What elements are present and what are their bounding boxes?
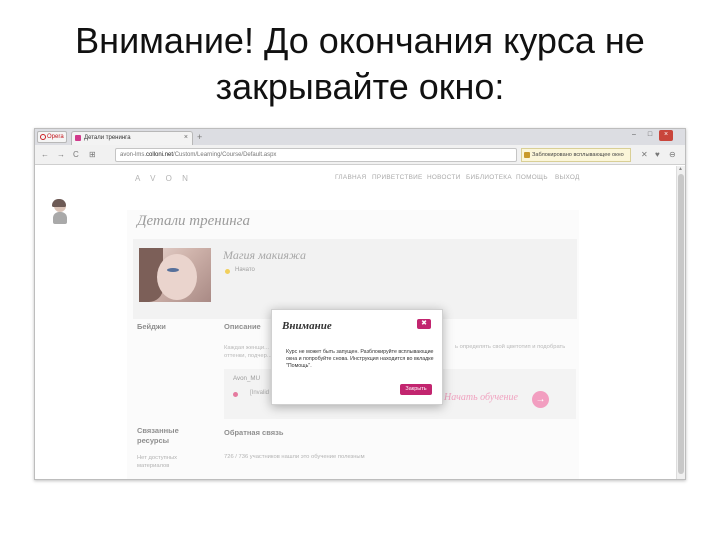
favicon-icon (75, 135, 81, 141)
avon-logo: A V O N (135, 174, 192, 183)
related-resources-text: Нет доступных материалов (137, 455, 178, 469)
course-image (139, 248, 211, 302)
url-prefix: avon-lms. (120, 152, 147, 158)
heart-icon[interactable]: ♥ (655, 150, 660, 160)
nav-logout[interactable]: ВЫХОД (555, 174, 580, 181)
tab-training-details[interactable]: Детали тренинга × (71, 131, 193, 145)
nav-library[interactable]: БИБЛИОТЕКА (466, 174, 512, 181)
url-path: /Custom/Learning/Course/Default.aspx (173, 152, 277, 158)
dialog-title: Внимание (282, 320, 332, 332)
popup-blocked-notice[interactable]: Заблокировано всплывающее окно (521, 148, 631, 162)
minimize-button[interactable]: – (627, 130, 641, 141)
opera-label: Opera (47, 134, 64, 140)
nav-welcome[interactable]: ПРИВЕТСТВИЕ (372, 174, 423, 181)
opera-logo-icon (40, 134, 46, 140)
attention-dialog: Внимание ✖ Курс не может быть запущен. Р… (271, 309, 443, 405)
close-notice-icon[interactable]: ✕ (641, 150, 648, 160)
back-button[interactable]: ← (41, 149, 49, 161)
status-dot-icon (225, 269, 230, 274)
course-title: Магия макияжа (223, 248, 306, 262)
resource-status-dot-icon (233, 392, 238, 397)
url-domain: colloni.net (146, 152, 174, 158)
browser-window: Opera Детали тренинга × + – □ × ← → C ⊞ … (34, 128, 686, 480)
maximize-button[interactable]: □ (643, 130, 657, 141)
forward-button[interactable]: → (57, 149, 65, 161)
new-tab-button[interactable]: + (197, 131, 202, 143)
start-training-link[interactable]: Начать обучение (444, 392, 518, 403)
badges-heading: Бейджи (137, 322, 166, 331)
scrollbar-thumb[interactable] (678, 174, 684, 474)
tab-close-icon[interactable]: × (184, 132, 188, 144)
course-status: Начато (235, 267, 255, 273)
download-icon[interactable]: ⊖ (669, 150, 676, 160)
start-arrow-icon[interactable]: → (532, 391, 549, 408)
user-avatar[interactable] (49, 199, 71, 224)
dialog-message: Курс не может быть запущен. Разблокируйт… (286, 349, 434, 370)
tab-label: Детали тренинга (84, 135, 131, 141)
page-viewport: A V O N ГЛАВНАЯ ПРИВЕТСТВИЕ НОВОСТИ БИБЛ… (35, 166, 678, 479)
description-text-right: ь определять свой цветотип и подобрать (455, 344, 566, 350)
speed-dial-icon[interactable]: ⊞ (89, 149, 96, 161)
nav-news[interactable]: НОВОСТИ (427, 174, 461, 181)
description-heading: Описание (224, 322, 261, 331)
tab-bar: Opera Детали тренинга × + – □ × (35, 129, 685, 145)
slide-title: Внимание! До окончания курса не закрывай… (75, 20, 645, 107)
navigation-bar: ← → C ⊞ avon-lms.colloni.net/Custom/Lear… (35, 145, 685, 165)
feedback-text: 726 / 736 участников нашли это обучение … (224, 454, 365, 460)
nav-home[interactable]: ГЛАВНАЯ (335, 174, 366, 181)
slide: Внимание! До окончания курса не закрывай… (0, 0, 720, 540)
close-window-button[interactable]: × (659, 130, 673, 141)
popup-blocked-icon (524, 152, 530, 158)
related-resources-heading: Связанные ресурсы (137, 426, 179, 445)
nav-help[interactable]: ПОМОЩЬ (516, 174, 548, 181)
feedback-heading: Обратная связь (224, 428, 284, 437)
popup-blocked-text: Заблокировано всплывающее окно (532, 152, 624, 158)
resource-name: Avon_MU (233, 375, 261, 382)
opera-menu-button[interactable]: Opera (37, 131, 67, 143)
dialog-close-icon[interactable]: ✖ (417, 319, 431, 329)
address-bar[interactable]: avon-lms.colloni.net/Custom/Learning/Cou… (115, 148, 517, 162)
page-title: Детали тренинга (137, 213, 251, 229)
dialog-close-button[interactable]: Закрыть (400, 384, 432, 395)
reload-button[interactable]: C (73, 149, 79, 161)
vertical-scrollbar[interactable]: ▲ (676, 166, 685, 479)
